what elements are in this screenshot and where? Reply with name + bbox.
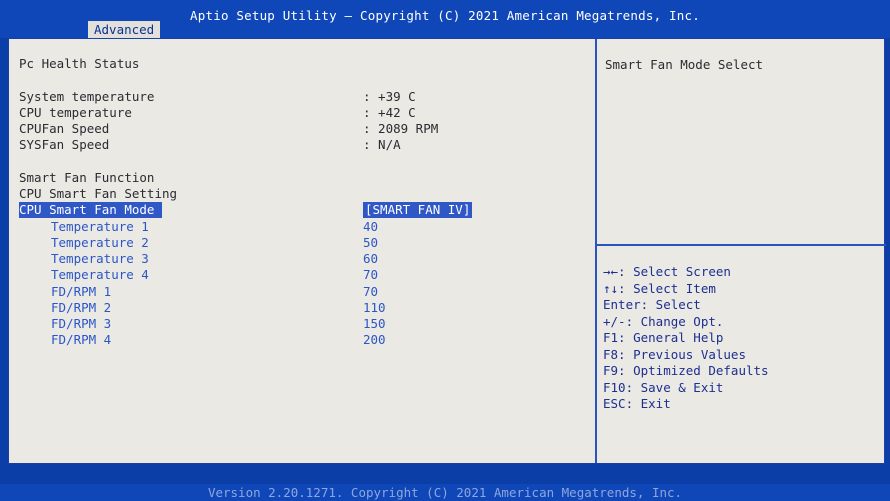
title-bar: Aptio Setup Utility – Copyright (C) 2021…: [0, 0, 890, 38]
key-optimized-defaults: F9: Optimized Defaults: [603, 363, 769, 378]
help-divider: [597, 244, 886, 246]
fd-rpm-2-label[interactable]: FD/RPM 2: [51, 300, 111, 316]
fd-rpm-4-value[interactable]: 200: [363, 332, 386, 348]
temperature-2-value[interactable]: 50: [363, 235, 378, 251]
temperature-1-value[interactable]: 40: [363, 219, 378, 235]
temperature-1-label[interactable]: Temperature 1: [51, 219, 149, 235]
help-description: Smart Fan Mode Select: [605, 57, 764, 72]
temperature-3-label[interactable]: Temperature 3: [51, 251, 149, 267]
cpu-temperature-value: : +42 C: [363, 105, 416, 120]
key-previous-values: F8: Previous Values: [603, 346, 746, 362]
cpu-fan-speed-label: CPUFan Speed: [19, 121, 110, 136]
temperature-2-label[interactable]: Temperature 2: [51, 235, 149, 251]
smart-fan-function-heading: Smart Fan Function: [19, 170, 155, 185]
key-select-screen: →←: Select Screen: [603, 264, 731, 279]
temperature-3-value[interactable]: 60: [363, 251, 378, 267]
temperature-4-label[interactable]: Temperature 4: [51, 267, 149, 283]
key-save-exit: F10: Save & Exit: [603, 379, 724, 395]
cpu-fan-speed-value: : 2089 RPM: [363, 121, 439, 136]
key-general-help: F1: General Help: [603, 330, 724, 345]
fd-rpm-1-label[interactable]: FD/RPM 1: [51, 284, 111, 300]
fd-rpm-3-value[interactable]: 150: [363, 316, 386, 332]
sys-fan-speed-label: SYSFan Speed: [19, 137, 110, 152]
tab-advanced[interactable]: Advanced: [88, 21, 161, 38]
fd-rpm-2-value[interactable]: 110: [363, 300, 386, 316]
key-select-item: ↑↓: Select Item: [603, 280, 716, 296]
help-pane: Smart Fan Mode Select →←: Select Screen …: [595, 39, 886, 463]
fd-rpm-4-label[interactable]: FD/RPM 4: [51, 332, 111, 348]
setup-panel: Pc Health Status System temperature : +3…: [8, 38, 886, 464]
cpu-smart-fan-mode-value[interactable]: [SMART FAN IV]: [363, 202, 473, 218]
fd-rpm-3-label[interactable]: FD/RPM 3: [51, 316, 111, 332]
cpu-temperature-label: CPU temperature: [19, 105, 132, 120]
cpu-smart-fan-mode-label[interactable]: CPU Smart Fan Mode: [19, 202, 163, 218]
version-footer: Version 2.20.1271. Copyright (C) 2021 Am…: [0, 484, 890, 501]
sys-fan-speed-value: : N/A: [363, 137, 401, 152]
key-enter-select: Enter: Select: [603, 297, 701, 312]
key-esc-exit: ESC: Exit: [603, 396, 671, 411]
key-legend: →←: Select Screen ↑↓: Select Item Enter:…: [603, 264, 769, 413]
section-title: Pc Health Status: [19, 56, 140, 71]
cpu-smart-fan-setting-heading: CPU Smart Fan Setting: [19, 186, 178, 201]
key-change-opt: +/-: Change Opt.: [603, 313, 724, 329]
system-temperature-label: System temperature: [19, 89, 155, 104]
temperature-4-value[interactable]: 70: [363, 267, 378, 283]
fd-rpm-1-value[interactable]: 70: [363, 284, 378, 300]
system-temperature-value: : +39 C: [363, 89, 416, 104]
settings-pane: Pc Health Status System temperature : +3…: [9, 39, 593, 463]
